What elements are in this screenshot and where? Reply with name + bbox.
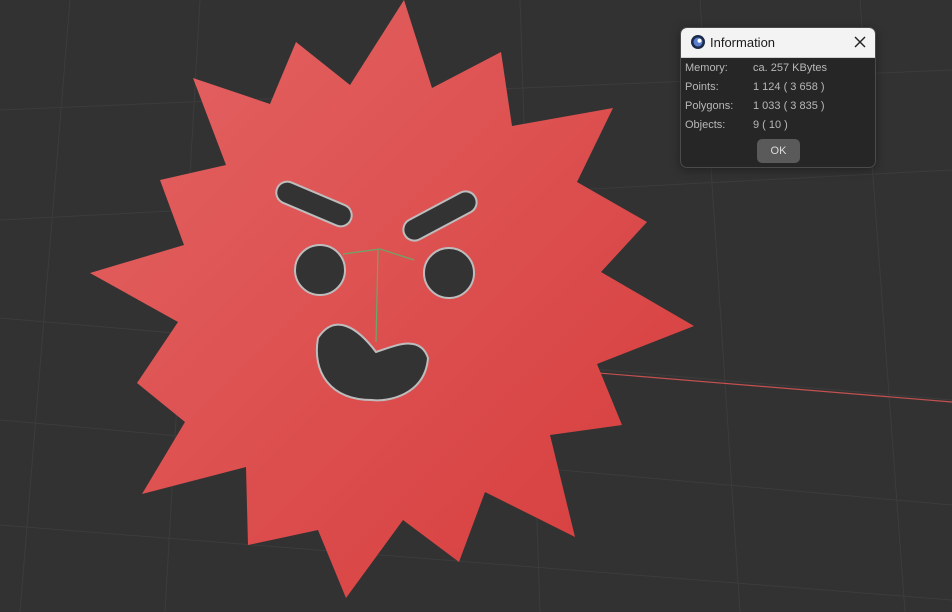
red-star-object[interactable] <box>90 0 694 598</box>
right-eye-hole <box>423 247 475 299</box>
left-eye-hole <box>294 244 346 296</box>
polygons-value: 1 033 ( 3 835 ) <box>753 100 825 112</box>
dialog-title: Information <box>710 35 776 50</box>
information-dialog: Information Memory: ca. 257 KBytes Point… <box>680 27 876 168</box>
info-row-polygons: Polygons: 1 033 ( 3 835 ) <box>685 100 865 119</box>
close-icon[interactable] <box>851 33 869 51</box>
info-row-memory: Memory: ca. 257 KBytes <box>685 62 865 81</box>
cinema4d-app-icon <box>691 35 705 49</box>
dialog-titlebar[interactable]: Information <box>681 28 875 58</box>
memory-value: ca. 257 KBytes <box>753 62 827 74</box>
objects-value: 9 ( 10 ) <box>753 119 788 131</box>
points-value: 1 124 ( 3 658 ) <box>753 81 825 93</box>
memory-label: Memory: <box>685 62 728 74</box>
info-row-points: Points: 1 124 ( 3 658 ) <box>685 81 865 100</box>
info-table: Memory: ca. 257 KBytes Points: 1 124 ( 3… <box>685 62 865 138</box>
info-row-objects: Objects: 9 ( 10 ) <box>685 119 865 138</box>
ok-button[interactable]: OK <box>757 139 800 163</box>
objects-label: Objects: <box>685 119 726 131</box>
points-label: Points: <box>685 81 719 93</box>
polygons-label: Polygons: <box>685 100 734 112</box>
